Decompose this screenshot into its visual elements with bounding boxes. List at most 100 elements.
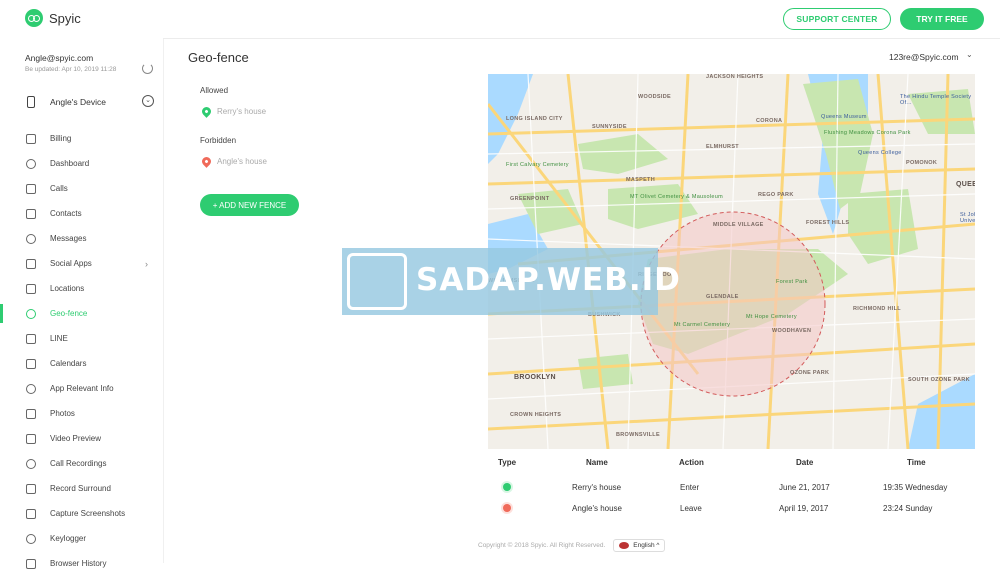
sidebar-item-label: Dashboard xyxy=(50,159,90,168)
sidebar-item-label: Geo-fence xyxy=(50,309,88,318)
account-email: Angle@spyic.com xyxy=(25,53,94,63)
calendar-icon xyxy=(26,358,36,369)
support-center-button[interactable]: SUPPORT CENTER xyxy=(783,8,891,30)
screenshot-icon xyxy=(26,508,36,519)
row-name: Angle's house xyxy=(572,504,623,513)
sidebar-item-label: Keylogger xyxy=(50,534,87,543)
sidebar-item-calls[interactable]: Calls xyxy=(0,176,163,201)
sidebar: Angle@spyic.com Be updated: Apr 10, 2019… xyxy=(0,38,163,569)
copyright-text: Copyright © 2018 Spyic. All Right Reserv… xyxy=(478,542,606,549)
device-name: Angle's Device xyxy=(50,97,106,107)
map-pin-red-icon xyxy=(200,155,213,168)
sidebar-item-label: Locations xyxy=(50,284,85,293)
sidebar-item-label: Social Apps xyxy=(50,259,92,268)
refresh-icon[interactable] xyxy=(142,63,153,74)
page-title: Geo-fence xyxy=(188,50,249,65)
row-action: Enter xyxy=(680,483,700,492)
messages-icon xyxy=(26,233,36,244)
brand-logo[interactable]: Spyic xyxy=(25,9,81,27)
location-icon xyxy=(26,283,36,294)
row-date: June 21, 2017 xyxy=(779,483,830,492)
row-action: Leave xyxy=(680,504,702,513)
sidebar-item-billing[interactable]: Billing xyxy=(0,126,163,151)
sidebar-item-messages[interactable]: Messages xyxy=(0,226,163,251)
sidebar-item-label: Browser History xyxy=(50,559,107,568)
sidebar-menu: Billing Dashboard Calls Contacts Messages Soc… xyxy=(0,126,163,576)
sidebar-item-label: Contacts xyxy=(50,209,82,218)
photos-icon xyxy=(26,408,36,419)
sidebar-item-keylogger[interactable]: Keylogger xyxy=(0,526,163,551)
phone-icon xyxy=(27,96,35,108)
allowed-heading: Allowed xyxy=(200,86,229,95)
language-selector[interactable]: English ^ xyxy=(613,539,666,552)
social-apps-icon xyxy=(26,258,36,269)
sidebar-item-locations[interactable]: Locations xyxy=(0,276,163,301)
sidebar-item-label: Calls xyxy=(50,184,68,193)
allowed-fence-item[interactable]: Rerry's house xyxy=(200,105,267,118)
sidebar-item-video-preview[interactable]: Video Preview xyxy=(0,426,163,451)
apps-grid-icon xyxy=(26,383,36,394)
forbidden-heading: Forbidden xyxy=(200,136,237,145)
video-icon xyxy=(26,433,36,444)
try-it-free-button[interactable]: TRY IT FREE xyxy=(900,8,984,30)
line-icon xyxy=(26,333,36,344)
map-pin-green-icon xyxy=(200,105,213,118)
sidebar-item-label: Call Recordings xyxy=(50,459,107,468)
table-row[interactable]: Rerry's house Enter June 21, 2017 19:35 … xyxy=(488,477,975,498)
col-action: Action xyxy=(679,458,704,467)
allowed-fence-label: Rerry's house xyxy=(217,107,267,116)
sidebar-item-geo-fence[interactable]: Geo-fence xyxy=(0,301,163,326)
target-user-selector[interactable]: 123re@Spyic.com xyxy=(889,52,959,62)
sidebar-item-dashboard[interactable]: Dashboard xyxy=(0,151,163,176)
sidebar-item-label: Photos xyxy=(50,409,75,418)
last-updated: Be updated: Apr 10, 2019 11:28 xyxy=(25,66,117,73)
allowed-type-icon xyxy=(503,483,511,491)
sidebar-item-label: Record Surround xyxy=(50,484,111,493)
sidebar-item-label: Calendars xyxy=(50,359,87,368)
sidebar-item-browser-history[interactable]: Browser History xyxy=(0,551,163,576)
sidebar-item-label: Capture Screenshots xyxy=(50,509,126,518)
sidebar-item-photos[interactable]: Photos xyxy=(0,401,163,426)
phone-call-icon xyxy=(26,183,36,194)
geo-fence-log-table: Type Name Action Date Time Rerry's house… xyxy=(488,452,975,519)
forbidden-fence-item[interactable]: Angle's house xyxy=(200,155,267,168)
sidebar-item-app-relevant-info[interactable]: App Relevant Info xyxy=(0,376,163,401)
table-header: Type Name Action Date Time xyxy=(488,452,975,474)
add-new-fence-button[interactable]: + ADD NEW FENCE xyxy=(200,194,299,216)
sidebar-item-label: Messages xyxy=(50,234,87,243)
sidebar-item-record-surround[interactable]: Record Surround xyxy=(0,476,163,501)
chevron-down-icon[interactable]: ⌄ xyxy=(966,50,973,59)
col-date: Date xyxy=(796,458,814,467)
sidebar-item-line[interactable]: LINE xyxy=(0,326,163,351)
billing-icon xyxy=(26,133,36,144)
watermark-overlay: SADAP.WEB.ID xyxy=(342,248,680,315)
row-time: 23:24 Sunday xyxy=(883,504,933,513)
watermark-text: SADAP.WEB.ID xyxy=(416,262,681,298)
browser-history-icon xyxy=(26,558,36,569)
sidebar-item-capture-screenshots[interactable]: Capture Screenshots xyxy=(0,501,163,526)
contacts-icon xyxy=(26,208,36,219)
sidebar-item-contacts[interactable]: Contacts xyxy=(0,201,163,226)
record-surround-icon xyxy=(26,483,36,494)
sidebar-item-calendars[interactable]: Calendars xyxy=(0,351,163,376)
brand-name: Spyic xyxy=(49,10,81,26)
keyboard-icon xyxy=(26,533,36,544)
sidebar-divider xyxy=(163,38,164,563)
sidebar-item-social-apps[interactable]: Social Apps › xyxy=(0,251,163,276)
microphone-icon xyxy=(26,458,36,469)
row-time: 19:35 Wednesday xyxy=(883,483,948,492)
sidebar-item-label: Video Preview xyxy=(50,434,101,443)
footer: Copyright © 2018 Spyic. All Right Reserv… xyxy=(478,539,666,552)
row-name: Rerry's house xyxy=(572,483,622,492)
forbidden-type-icon xyxy=(503,504,511,512)
col-name: Name xyxy=(586,458,608,467)
geo-fence-icon xyxy=(26,308,36,319)
row-date: April 19, 2017 xyxy=(779,504,829,513)
sidebar-item-call-recordings[interactable]: Call Recordings xyxy=(0,451,163,476)
device-selector[interactable]: Angle's Device ⌄ xyxy=(0,88,163,114)
sidebar-item-label: LINE xyxy=(50,334,68,343)
table-row[interactable]: Angle's house Leave April 19, 2017 23:24… xyxy=(488,498,975,519)
sidebar-item-label: App Relevant Info xyxy=(50,384,114,393)
chevron-down-icon[interactable]: ⌄ xyxy=(142,95,154,107)
col-type: Type xyxy=(498,458,517,467)
